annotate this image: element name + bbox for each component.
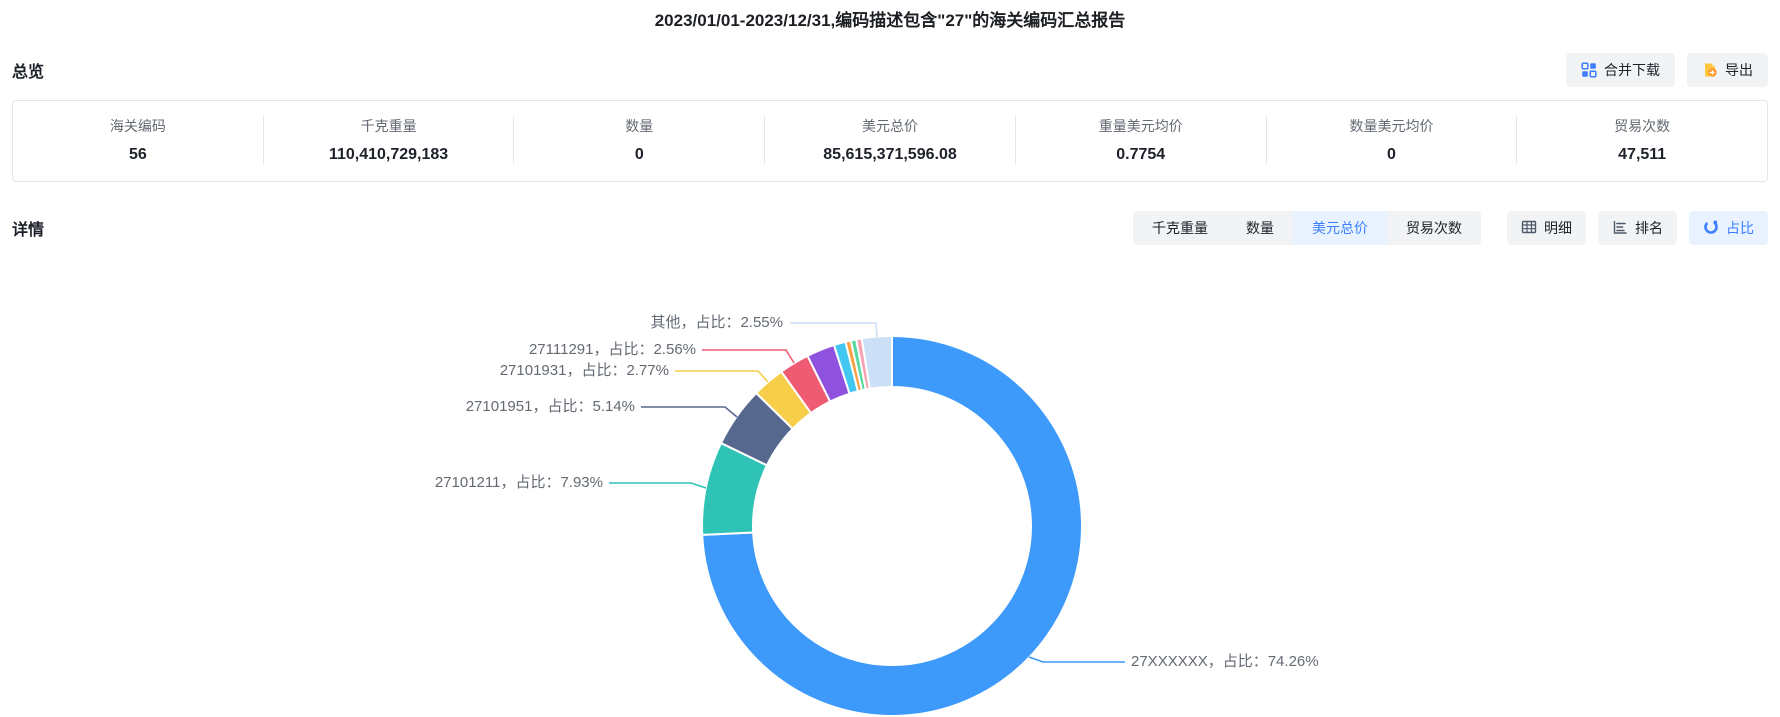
stat-quantity: 数量 0: [513, 116, 764, 164]
stat-label: 贸易次数: [1614, 118, 1671, 134]
tab-trade-count[interactable]: 贸易次数: [1387, 211, 1481, 245]
view-detail-label: 明细: [1544, 220, 1572, 236]
pie-label-27xxxxxx: 27XXXXXX，占比：74.26%: [1131, 653, 1319, 670]
label-line-27101951: [641, 406, 738, 418]
stat-customs-code: 海关编码 56: [13, 116, 263, 164]
pie-label-27101951: 27101951，占比：5.14%: [465, 398, 635, 415]
label-line-27101211: [609, 482, 707, 489]
overview-heading: 总览: [12, 64, 45, 81]
pie-label-27101931: 27101931，占比：2.77%: [499, 362, 669, 379]
label-line-other: [790, 322, 878, 338]
pie-label-27101211: 27101211，占比：7.93%: [434, 474, 603, 491]
stat-label: 美元总价: [862, 118, 919, 134]
donut-ratio-icon: [1703, 219, 1719, 238]
pie-label-27111291: 27111291，占比：2.56%: [528, 341, 696, 358]
stat-value: 0.7754: [1116, 146, 1166, 163]
stat-value: 47,511: [1618, 146, 1667, 163]
label-line-27111291: [702, 349, 795, 364]
donut-svg: [609, 322, 1125, 717]
tab-usd-total[interactable]: 美元总价: [1293, 211, 1387, 245]
stat-usd-total: 美元总价 85,615,371,596.08: [764, 116, 1015, 164]
export-label: 导出: [1725, 62, 1753, 78]
stat-label: 数量美元均价: [1349, 118, 1434, 134]
export-button[interactable]: 导出: [1687, 53, 1768, 87]
export-icon: [1702, 62, 1718, 78]
donut-slices: [701, 334, 1083, 717]
stat-usd-per-quantity: 数量美元均价 0: [1265, 116, 1517, 164]
table-icon: [1521, 219, 1537, 238]
page-title: 2023/01/01-2023/12/31,编码描述包含"27"的海关编码汇总报…: [654, 11, 1126, 30]
label-line-27xxxxxx: [1028, 656, 1125, 663]
metric-tab-group: 千克重量 数量 美元总价 贸易次数: [1133, 211, 1481, 245]
overview-stats-card: 海关编码 56 千克重量 110,410,729,183 数量 0 美元总价 8…: [12, 100, 1768, 182]
stat-trade-count: 贸易次数 47,511: [1516, 116, 1767, 164]
pie-label-other: 其他，占比：2.55%: [650, 314, 783, 331]
rank-icon: [1612, 219, 1628, 238]
view-button-group: 明细 排名 占比: [1507, 211, 1768, 245]
stat-kg-weight: 千克重量 110,410,729,183: [262, 116, 514, 164]
view-ratio-label: 占比: [1726, 220, 1754, 236]
stat-label: 数量: [625, 118, 654, 134]
view-ratio-button[interactable]: 占比: [1689, 211, 1768, 245]
view-rank-label: 排名: [1635, 220, 1663, 236]
detail-controls: 千克重量 数量 美元总价 贸易次数 明细 排名 占比: [1133, 211, 1768, 245]
merge-download-label: 合并下载: [1604, 62, 1660, 78]
stat-label: 重量美元均价: [1098, 118, 1183, 134]
overview-header: 总览 合并下载 导出: [0, 52, 1780, 88]
stat-value: 110,410,729,183: [328, 146, 449, 163]
stat-usd-per-weight: 重量美元均价 0.7754: [1014, 116, 1266, 164]
merge-download-button[interactable]: 合并下载: [1566, 53, 1675, 87]
view-rank-button[interactable]: 排名: [1598, 211, 1677, 245]
detail-header: 详情 千克重量 数量 美元总价 贸易次数 明细 排名 占比: [0, 210, 1780, 246]
tab-quantity[interactable]: 数量: [1227, 211, 1293, 245]
stat-value: 0: [1387, 146, 1396, 163]
stat-value: 56: [128, 146, 147, 163]
stat-value: 0: [634, 146, 644, 163]
donut-chart: 其他，占比：2.55% 27111291，占比：2.56% 27101931，占…: [0, 257, 1780, 717]
tab-kg-weight[interactable]: 千克重量: [1133, 211, 1227, 245]
detail-heading: 详情: [12, 222, 45, 239]
merge-download-icon: [1581, 62, 1597, 78]
view-detail-button[interactable]: 明细: [1507, 211, 1586, 245]
label-line-27101931: [675, 370, 769, 383]
stat-value: 85,615,371,596.08: [823, 146, 957, 163]
stat-label: 千克重量: [360, 118, 417, 134]
overview-actions: 合并下载 导出: [1566, 53, 1768, 87]
stat-label: 海关编码: [109, 118, 166, 134]
